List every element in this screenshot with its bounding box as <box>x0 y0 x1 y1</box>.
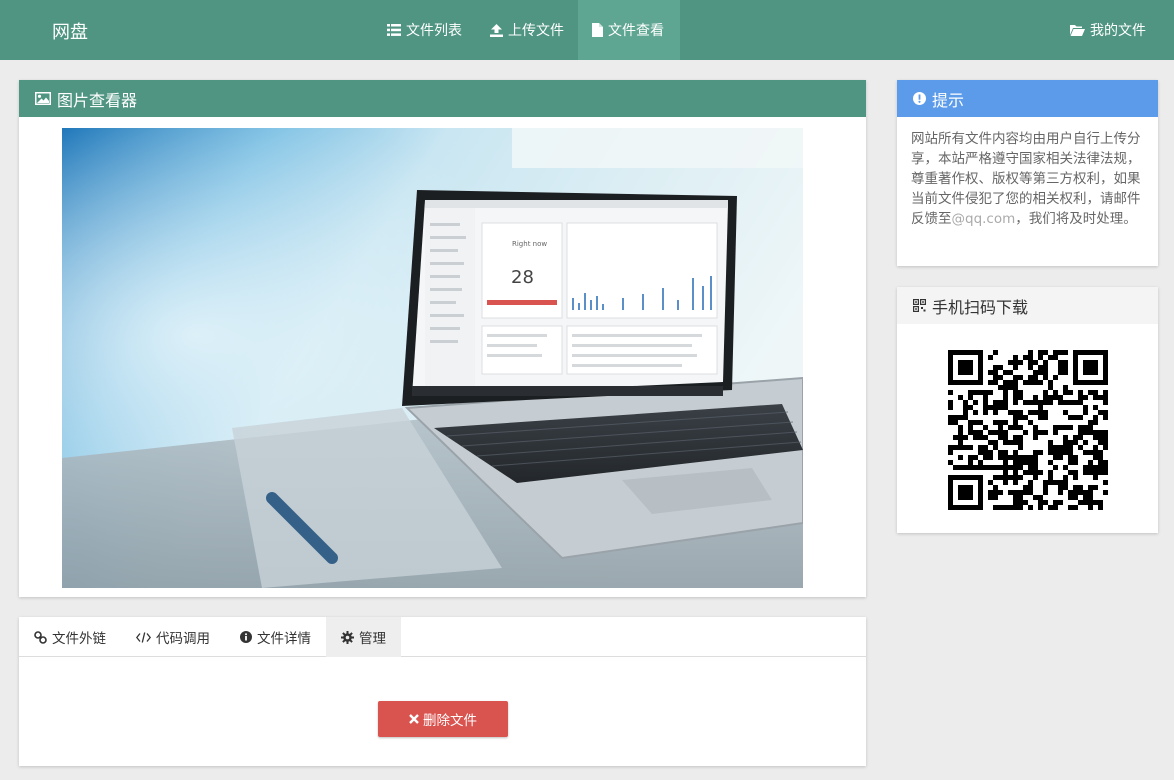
tab-manage-label: 管理 <box>359 631 386 647</box>
qrcode-icon <box>913 299 926 312</box>
qr-title: 手机扫码下载 <box>932 297 1029 317</box>
screen-caption: Right now <box>512 240 547 248</box>
tab-bar: 文件外链 代码调用 文件详情 管理 <box>19 617 866 657</box>
file-tabs-panel: 文件外链 代码调用 文件详情 管理 删除文件 <box>19 617 866 766</box>
info-icon <box>240 631 252 643</box>
code-icon <box>136 631 151 643</box>
brand-logo[interactable]: 网盘 <box>52 18 88 44</box>
download-qr-code <box>948 350 1108 510</box>
delete-file-label: 删除文件 <box>423 713 477 729</box>
nav-file-list-label: 文件列表 <box>406 23 462 39</box>
nav-file-view[interactable]: 文件查看 <box>578 0 680 60</box>
tab-file-details-label: 文件详情 <box>257 631 311 647</box>
notice-text: 网站所有文件内容均由用户自行上传分享，本站严格遵守国家相关法律法规，尊重著作权、… <box>897 117 1158 241</box>
notice-title: 提示 <box>932 90 965 110</box>
exclamation-circle-icon <box>913 92 926 105</box>
upload-icon <box>490 23 503 37</box>
screen-number: 28 <box>511 267 534 288</box>
nav-file-list[interactable]: 文件列表 <box>373 0 476 60</box>
link-icon <box>34 630 47 644</box>
gear-icon <box>341 630 354 644</box>
notice-header: 提示 <box>897 80 1158 117</box>
delete-file-button[interactable]: 删除文件 <box>378 701 508 737</box>
notice-text-after: ，我们将及时处理。 <box>1015 211 1137 227</box>
qr-header: 手机扫码下载 <box>897 287 1158 324</box>
tab-code-embed-label: 代码调用 <box>156 631 210 647</box>
nav-file-view-label: 文件查看 <box>608 23 664 39</box>
nav-my-files-label: 我的文件 <box>1090 23 1146 39</box>
notice-panel: 提示 网站所有文件内容均由用户自行上传分享，本站严格遵守国家相关法律法规，尊重著… <box>897 80 1158 266</box>
tab-code-embed[interactable]: 代码调用 <box>121 617 225 657</box>
picture-icon <box>35 92 51 105</box>
tab-file-link[interactable]: 文件外链 <box>19 617 121 657</box>
nav-my-files[interactable]: 我的文件 <box>1056 0 1160 60</box>
notice-email: @qq.com <box>951 211 1016 227</box>
close-icon <box>409 714 419 724</box>
list-icon <box>387 24 401 36</box>
tab-file-details[interactable]: 文件详情 <box>225 617 326 657</box>
top-navbar: 网盘 文件列表 上传文件 文件查看 我的文件 <box>0 0 1174 60</box>
image-viewer-panel: 图片查看器 Right now 28 <box>19 80 866 597</box>
qr-download-panel: 手机扫码下载 <box>897 287 1158 533</box>
folder-open-icon <box>1070 25 1085 36</box>
nav-upload[interactable]: 上传文件 <box>476 0 578 60</box>
image-viewer-title: 图片查看器 <box>57 90 138 110</box>
image-viewer-header: 图片查看器 <box>19 80 866 117</box>
file-icon <box>592 23 603 37</box>
laptop-photo: Right now 28 <box>62 128 803 588</box>
tab-manage[interactable]: 管理 <box>326 617 401 657</box>
nav-upload-label: 上传文件 <box>508 23 564 39</box>
tab-file-link-label: 文件外链 <box>52 631 106 647</box>
